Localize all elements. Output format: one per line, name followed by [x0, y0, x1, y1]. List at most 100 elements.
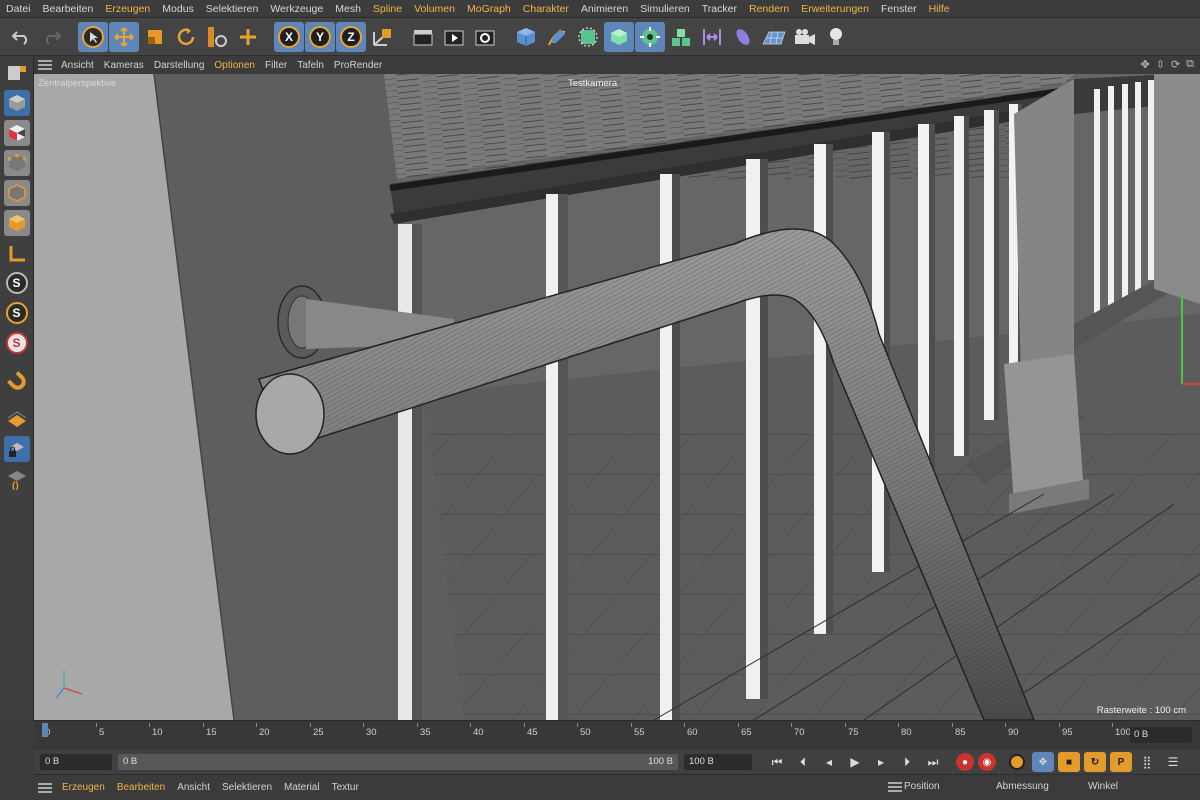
move-tool-button[interactable] — [109, 21, 139, 52]
cube-object-button[interactable] — [511, 22, 541, 52]
model-mode-button[interactable] — [3, 90, 30, 116]
edges-mode-button[interactable] — [3, 180, 30, 206]
viewport-menu-ansicht[interactable]: Ansicht — [56, 60, 99, 71]
generator-button[interactable] — [604, 21, 634, 52]
material-menu-erzeugen[interactable]: Erzeugen — [56, 782, 111, 793]
previous-key-button[interactable]: ⏴ — [792, 752, 814, 772]
rotate-tool-button[interactable] — [171, 22, 201, 52]
menu-volumen[interactable]: Volumen — [408, 3, 461, 15]
coordinate-system-button[interactable] — [367, 22, 397, 52]
field-button[interactable] — [728, 22, 758, 52]
workplane-grid-button[interactable]: () — [4, 466, 30, 492]
layout-switch-button[interactable] — [4, 60, 30, 86]
viewport-menu-tafeln[interactable]: Tafeln — [292, 60, 329, 71]
menu-tracker[interactable]: Tracker — [696, 3, 743, 15]
record-keys-button[interactable]: ● — [956, 753, 974, 771]
preview-range-bar[interactable]: 0 B 100 B — [118, 754, 678, 770]
material-menu-textur[interactable]: Textur — [326, 782, 365, 793]
viewport-menu-icon[interactable] — [38, 60, 52, 70]
next-frame-button[interactable]: ▸ — [870, 752, 892, 772]
timeline-menu-button[interactable]: ☰ — [1162, 752, 1184, 772]
floor-button[interactable] — [759, 22, 789, 52]
coordinates-menu-icon[interactable] — [888, 782, 902, 792]
menu-fenster[interactable]: Fenster — [875, 3, 923, 15]
subdivision-button[interactable] — [573, 22, 603, 52]
menu-spline[interactable]: Spline — [367, 3, 408, 15]
end-frame-field[interactable]: 100 B — [684, 754, 752, 770]
locked-workplane-button[interactable] — [3, 436, 30, 462]
playhead[interactable] — [42, 723, 48, 737]
viewport-menu-filter[interactable]: Filter — [260, 60, 292, 71]
snap-settings-button[interactable]: S — [4, 300, 30, 326]
dolly-icon[interactable]: ⇳ — [1156, 58, 1165, 71]
snap-button[interactable]: S — [4, 270, 30, 296]
menu-rendern[interactable]: Rendern — [743, 3, 795, 15]
key-position-button[interactable]: ✥ — [1032, 752, 1054, 772]
menu-mograph[interactable]: MoGraph — [461, 3, 517, 15]
timeline-ruler[interactable]: 0510152025303540455055606570758085909510… — [34, 720, 1200, 750]
viewport-menu-kameras[interactable]: Kameras — [99, 60, 149, 71]
key-pla-button[interactable]: ⣿ — [1136, 752, 1158, 772]
scale-tool-button[interactable] — [140, 22, 170, 52]
menu-modus[interactable]: Modus — [156, 3, 200, 15]
menu-animieren[interactable]: Animieren — [575, 3, 634, 15]
camera-button[interactable] — [790, 22, 820, 52]
current-frame-field[interactable]: 0 B — [1130, 727, 1192, 743]
render-settings-button[interactable] — [470, 22, 500, 52]
start-frame-field[interactable]: 0 B — [40, 754, 112, 770]
redo-button[interactable] — [37, 22, 67, 52]
menu-datei[interactable]: Datei — [0, 3, 37, 15]
snap-mode-button[interactable]: S — [4, 330, 30, 356]
key-rotation-button[interactable]: ↻ — [1084, 752, 1106, 772]
menu-simulieren[interactable]: Simulieren — [634, 3, 696, 15]
auto-key-button[interactable]: ◉ — [978, 753, 996, 771]
pen-spline-button[interactable] — [542, 22, 572, 52]
material-menu-icon[interactable] — [38, 782, 52, 793]
menu-charakter[interactable]: Charakter — [517, 3, 575, 15]
axis-z-button[interactable]: Z — [336, 21, 366, 52]
material-menu-material[interactable]: Material — [278, 782, 326, 793]
material-menu-selektieren[interactable]: Selektieren — [216, 782, 278, 793]
render-picture-viewer-button[interactable] — [439, 22, 469, 52]
viewport-menu-prorender[interactable]: ProRender — [329, 60, 387, 71]
array-button[interactable] — [666, 22, 696, 52]
mograph-cloner-button[interactable] — [635, 21, 665, 52]
polygons-mode-button[interactable] — [3, 210, 30, 236]
orbit-icon[interactable]: ⟳ — [1171, 58, 1180, 71]
add-tool-button[interactable] — [233, 22, 263, 52]
render-view-button[interactable] — [408, 22, 438, 52]
go-to-end-button[interactable]: ⏭ — [922, 752, 944, 772]
go-to-start-button[interactable]: ⏮ — [766, 752, 788, 772]
workplane-button[interactable] — [4, 406, 30, 432]
menu-mesh[interactable]: Mesh — [329, 3, 367, 15]
material-menu-ansicht[interactable]: Ansicht — [171, 782, 216, 793]
pan-icon[interactable]: ✥ — [1140, 58, 1149, 71]
menu-erzeugen[interactable]: Erzeugen — [99, 3, 156, 15]
menu-hilfe[interactable]: Hilfe — [923, 3, 956, 15]
axis-x-button[interactable]: X — [274, 21, 304, 52]
next-key-button[interactable]: ⏵ — [896, 752, 918, 772]
previous-frame-button[interactable]: ◂ — [818, 752, 840, 772]
texture-mode-button[interactable] — [3, 120, 30, 146]
maximize-icon[interactable]: ⧉ — [1186, 58, 1194, 71]
magnet-button[interactable] — [4, 368, 30, 394]
deformer-button[interactable] — [697, 22, 727, 52]
key-parameter-button[interactable]: P — [1110, 752, 1132, 772]
points-mode-button[interactable] — [3, 150, 30, 176]
3d-viewport[interactable]: Zentralperspektive Testkamera Rasterweit… — [34, 74, 1200, 720]
undo-button[interactable] — [6, 22, 36, 52]
axis-mode-button[interactable] — [4, 240, 30, 266]
psr-tool-button[interactable] — [202, 22, 232, 52]
camera-label[interactable]: Testkamera — [568, 78, 617, 89]
select-tool-button[interactable] — [78, 21, 108, 52]
menu-bearbeiten[interactable]: Bearbeiten — [37, 3, 100, 15]
menu-selektieren[interactable]: Selektieren — [200, 3, 265, 15]
light-button[interactable] — [821, 22, 851, 52]
menu-werkzeuge[interactable]: Werkzeuge — [264, 3, 329, 15]
keyframe-selection-button[interactable] — [1006, 752, 1028, 772]
axis-y-button[interactable]: Y — [305, 21, 335, 52]
material-menu-bearbeiten[interactable]: Bearbeiten — [111, 782, 171, 793]
menu-erweiterungen[interactable]: Erweiterungen — [795, 3, 875, 15]
viewport-menu-optionen[interactable]: Optionen — [209, 60, 260, 71]
key-scale-button[interactable]: ■ — [1058, 752, 1080, 772]
